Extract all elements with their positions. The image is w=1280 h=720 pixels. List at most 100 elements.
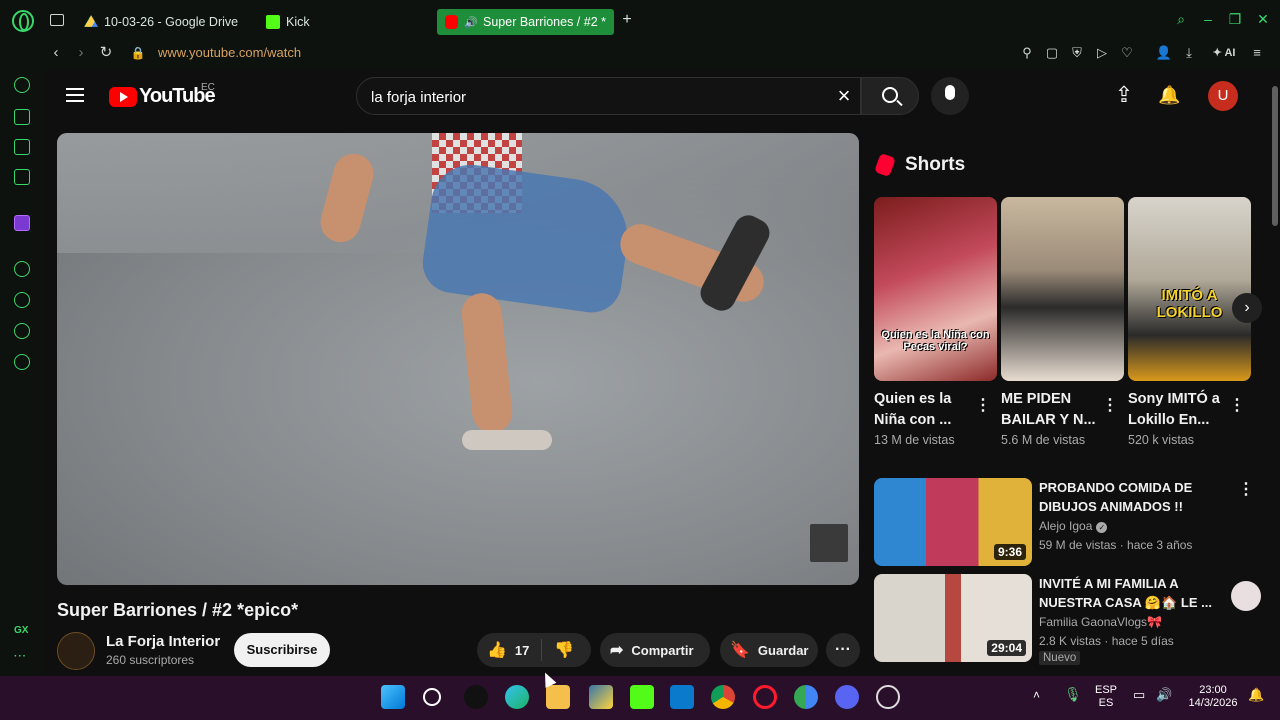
subscribe-button[interactable]: Suscribirse [234, 633, 330, 667]
snapshot-icon[interactable]: ▢ [1043, 44, 1061, 62]
more-actions-button[interactable]: ··· [826, 633, 860, 667]
short-thumbnail[interactable] [1001, 197, 1124, 381]
clock-date: 14/3/2026 [1188, 697, 1238, 709]
adblock-shield-icon[interactable]: ⛨ [1068, 44, 1086, 62]
extensions-icon[interactable] [14, 323, 30, 339]
history-icon[interactable] [14, 292, 30, 308]
save-button[interactable]: 🔖 Guardar [720, 633, 818, 667]
reload-icon[interactable]: ↻ [98, 44, 114, 62]
python-icon[interactable] [589, 685, 613, 709]
tab-google-drive[interactable]: 10-03-26 - Google Drive [84, 10, 238, 34]
page-scrollbar[interactable] [1270, 68, 1280, 676]
search-button[interactable] [861, 77, 919, 115]
steam-icon[interactable] [876, 685, 900, 709]
channel-watermark[interactable] [810, 524, 848, 562]
account-avatar[interactable]: U [1208, 81, 1238, 111]
microphone-tray-icon[interactable]: 🎙 [1064, 687, 1082, 701]
short-title[interactable]: Sony IMITÓ a Lokillo En... [1128, 389, 1228, 431]
ai-button[interactable]: ✦ AI [1208, 44, 1240, 62]
youtube-logo-icon[interactable] [109, 87, 137, 107]
tab-title: Kick [286, 15, 310, 29]
close-window-icon[interactable]: ✕ [1256, 12, 1270, 26]
kick-taskbar-icon[interactable] [630, 685, 654, 709]
tab-manager-icon[interactable] [50, 14, 64, 26]
recommendation-item[interactable]: 29:04 INVITÉ A MI FAMILIA A NUESTRA CASA… [874, 574, 1254, 665]
back-icon[interactable]: ‹ [48, 44, 64, 62]
search-taskbar-icon[interactable] [423, 688, 441, 706]
recommendation-title[interactable]: INVITÉ A MI FAMILIA A NUESTRA CASA 🤗🏠 LE… [1039, 574, 1217, 612]
maximize-icon[interactable]: ❐ [1228, 12, 1242, 26]
floating-avatar[interactable] [1231, 581, 1261, 611]
voice-search-button[interactable] [931, 77, 969, 115]
channel-name[interactable]: La Forja Interior [106, 633, 220, 650]
more-icon[interactable]: ··· [14, 651, 27, 662]
short-menu-icon[interactable]: ⋮ [975, 397, 991, 415]
opera-gx-taskbar-icon[interactable] [753, 685, 777, 709]
recommendation-channel[interactable]: Familia GaonaVlogs🎀 [1039, 615, 1162, 629]
opera-gx-logo-icon[interactable] [12, 10, 34, 32]
video-player[interactable] [57, 133, 859, 585]
recommendation-title[interactable]: PROBANDO COMIDA DE DIBUJOS ANIMADOS !! [1039, 478, 1217, 516]
hamburger-menu-icon[interactable] [66, 88, 84, 102]
tab-youtube-active[interactable]: 🔊 Super Barriones / #2 * [437, 9, 614, 35]
short-title[interactable]: Quien es la Niña con ... [874, 389, 974, 431]
short-views: 13 M de vistas [874, 433, 955, 447]
tray-overflow-icon[interactable]: ˄ [1033, 689, 1040, 702]
clear-search-icon[interactable]: × [834, 85, 854, 107]
display-icon[interactable]: ▭ [1133, 688, 1145, 701]
recommendation-menu-icon[interactable]: ⋮ [1238, 481, 1254, 499]
new-tab-button[interactable]: + [619, 12, 635, 28]
player-icon[interactable]: ▷ [1093, 44, 1111, 62]
download-icon[interactable]: ⤓ [1180, 44, 1198, 62]
volume-icon[interactable]: 🔊 [1156, 688, 1172, 701]
chrome-profile-icon[interactable] [794, 685, 818, 709]
lock-icon[interactable]: 🔒 [130, 44, 146, 62]
recommendation-thumbnail[interactable]: 29:04 [874, 574, 1032, 662]
url-field[interactable]: www.youtube.com/watch [158, 45, 301, 60]
create-upload-icon[interactable]: ⇪ [1114, 84, 1134, 106]
short-menu-icon[interactable]: ⋮ [1102, 397, 1118, 415]
forward-icon[interactable]: › [73, 44, 89, 62]
twitch-icon[interactable] [14, 215, 30, 231]
pin-icon[interactable]: ⚲ [1018, 44, 1036, 62]
share-button[interactable]: ➦ Compartir [600, 633, 710, 667]
short-thumbnail[interactable]: IMITÓ A LOKILLO [1128, 197, 1251, 381]
channel-avatar[interactable] [57, 632, 95, 670]
tab-kick[interactable]: Kick [266, 10, 310, 34]
recommendation-thumbnail[interactable]: 9:36 [874, 478, 1032, 566]
dislike-button[interactable]: 👎 [542, 640, 574, 660]
short-thumbnail[interactable]: Quien es la Niña con Pecas viral? [874, 197, 997, 381]
shorts-next-arrow-icon[interactable]: › [1232, 293, 1262, 323]
scrollbar-thumb[interactable] [1272, 86, 1278, 226]
tiktok-icon[interactable] [464, 685, 488, 709]
notifications-bell-icon[interactable]: 🔔 [1158, 84, 1180, 106]
discord-icon[interactable] [835, 685, 859, 709]
settings-icon[interactable] [14, 354, 30, 370]
clock[interactable]: 23:00 14/3/2026 [1184, 684, 1242, 710]
file-explorer-icon[interactable] [546, 685, 570, 709]
minimize-icon[interactable]: – [1201, 12, 1215, 26]
menu-icon[interactable]: ≡ [1248, 44, 1266, 62]
notification-center-icon[interactable]: 🔔 [1248, 688, 1264, 701]
vscode-icon[interactable] [670, 685, 694, 709]
gx-label[interactable]: GX [14, 625, 28, 636]
search-tabs-icon[interactable]: ⌕ [1174, 12, 1188, 26]
search-input[interactable] [371, 87, 811, 107]
recommendation-channel[interactable]: Alejo Igoa ✓ [1039, 519, 1108, 533]
news-icon[interactable] [14, 139, 30, 155]
shorts-header: Shorts [874, 152, 965, 178]
edge-icon[interactable] [505, 685, 529, 709]
short-menu-icon[interactable]: ⋮ [1229, 397, 1245, 415]
short-title[interactable]: ME PIDEN BAILAR Y N... [1001, 389, 1101, 431]
gx-control-icon[interactable] [14, 77, 30, 93]
gx-music-icon[interactable] [14, 169, 30, 185]
chrome-icon[interactable] [711, 685, 735, 709]
language-indicator[interactable]: ESP ES [1094, 684, 1118, 710]
windows-start-icon[interactable] [381, 685, 405, 709]
gx-corner-icon[interactable] [14, 109, 30, 125]
profile-icon[interactable]: 👤 [1155, 44, 1173, 62]
heart-icon[interactable]: ♡ [1118, 44, 1136, 62]
like-button[interactable]: 👍 17 [477, 639, 542, 661]
recommendation-item[interactable]: 9:36 PROBANDO COMIDA DE DIBUJOS ANIMADOS… [874, 478, 1254, 568]
player-sidebar-icon[interactable] [14, 261, 30, 277]
